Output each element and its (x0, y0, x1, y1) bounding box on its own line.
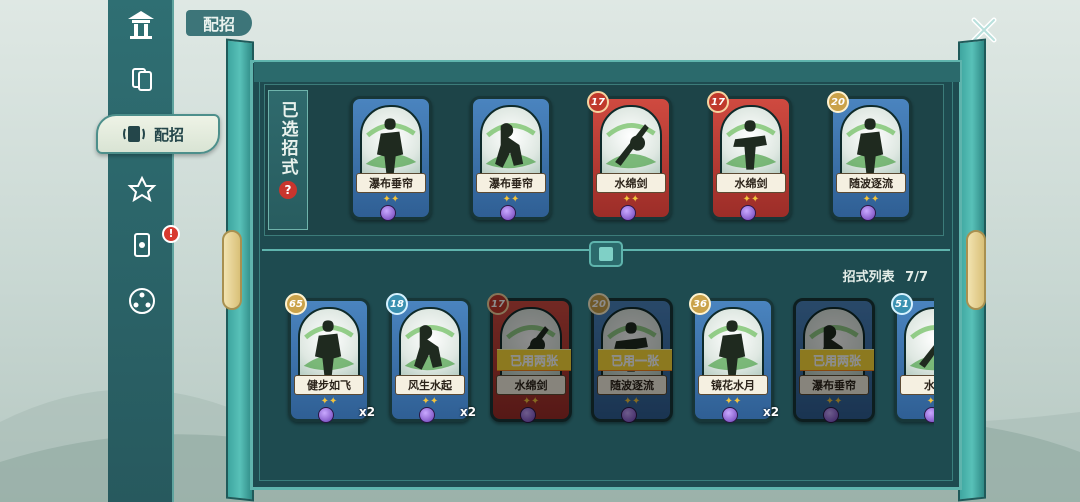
list-card[interactable]: 水漫✦✦ 51 (891, 293, 934, 423)
card-art (840, 105, 902, 183)
card-name: 健步如飞 (294, 375, 364, 395)
skill-list-header: 招式列表 7/7 (818, 266, 928, 286)
selected-label: 已选招式 (277, 101, 298, 177)
list-card[interactable]: 镜花水月 ✦✦ 36 x2 (689, 293, 779, 423)
selected-card[interactable]: 水绵剑 ✦✦ 17 (587, 91, 672, 221)
sidebar-item-label: 配招 (154, 125, 185, 144)
card-name: 瀑布垂帘 (356, 173, 426, 193)
card-name: 水绵剑 (596, 173, 666, 193)
card-name: 镜花水月 (698, 375, 768, 395)
card-name: 水绵剑 (716, 173, 786, 193)
help-icon[interactable]: ? (279, 181, 297, 199)
gem-icon (740, 205, 756, 221)
card-art (601, 307, 663, 385)
card-count: x2 (359, 405, 376, 419)
page-title: 配招 (186, 10, 252, 36)
gem-icon (620, 205, 636, 221)
sidebar-item-skill-config[interactable]: 配招 (96, 114, 220, 154)
gem-icon (380, 205, 396, 221)
card-art (360, 105, 422, 183)
card-level-badge: 51 (891, 293, 913, 315)
gem-icon (419, 407, 435, 423)
star-rank-icon: ✦✦ (382, 194, 400, 205)
card-level-badge: 17 (487, 293, 509, 315)
star-rank-icon: ✦✦ (862, 194, 880, 205)
list-card[interactable]: 瀑布垂帘 ✦✦ 已用两张 (793, 298, 875, 423)
talent-icon[interactable] (120, 172, 164, 206)
card-name: 瀑布垂帘 (476, 173, 546, 193)
card-art (600, 105, 662, 183)
card-level-badge: 20 (827, 91, 849, 113)
star-rank-icon: ✦✦ (622, 194, 640, 205)
card-count: x2 (460, 405, 477, 419)
gem-icon (520, 407, 536, 423)
scroll-knob-right (966, 230, 986, 310)
card-name: 风生水起 (395, 375, 465, 395)
card-name: 水绵剑 (496, 375, 566, 395)
equipment-icon[interactable] (120, 228, 164, 262)
card-used-badge: 已用两张 (497, 349, 571, 371)
star-rank-icon: ✦✦ (522, 396, 540, 407)
star-rank-icon: ✦✦ (825, 396, 843, 407)
card-name: 水漫 (900, 375, 934, 395)
card-art (500, 307, 562, 385)
card-art (803, 307, 865, 385)
gem-icon (924, 407, 934, 423)
scroll-knob-left (222, 230, 242, 310)
skill-list: 健步如飞 ✦✦ 65 x2 风生水起 ✦✦ 18 x2 水绵剑 ✦✦ 17 已用两张 随波逐流 ✦✦ 20 已… (280, 290, 934, 440)
list-card[interactable]: 随波逐流 ✦✦ 20 已用一张 (588, 293, 673, 423)
card-level-badge: 20 (588, 293, 610, 315)
card-name: 随波逐流 (836, 173, 906, 193)
list-card[interactable]: 健步如飞 ✦✦ 65 x2 (285, 293, 375, 423)
card-level-badge: 65 (285, 293, 307, 315)
alert-badge: ! (162, 225, 180, 243)
selected-card[interactable]: 瀑布垂帘 ✦✦ (350, 96, 432, 221)
gem-icon (860, 205, 876, 221)
star-rank-icon: ✦✦ (502, 194, 520, 205)
star-rank-icon: ✦✦ (742, 194, 760, 205)
card-art (480, 105, 542, 183)
card-used-badge: 已用两张 (800, 349, 874, 371)
card-name: 瀑布垂帘 (799, 375, 869, 395)
selected-label-box: 已选招式 ? (268, 90, 308, 230)
card-level-badge: 36 (689, 293, 711, 315)
home-icon[interactable] (108, 0, 174, 48)
star-rank-icon: ✦✦ (724, 396, 742, 407)
section-divider (262, 241, 950, 267)
star-rank-icon: ✦✦ (320, 396, 338, 407)
share-icon[interactable] (120, 284, 164, 318)
card-level-badge: 18 (386, 293, 408, 315)
card-level-badge: 17 (587, 91, 609, 113)
card-level-badge: 17 (707, 91, 729, 113)
card-art (702, 307, 764, 385)
star-rank-icon: ✦✦ (623, 396, 641, 407)
skill-list-title: 招式列表 (842, 270, 895, 285)
gem-icon (621, 407, 637, 423)
sidebar (108, 0, 174, 502)
star-rank-icon: ✦✦ (926, 396, 934, 407)
cards-icon[interactable] (120, 62, 164, 96)
list-card[interactable]: 水绵剑 ✦✦ 17 已用两张 (487, 293, 572, 423)
list-card[interactable]: 风生水起 ✦✦ 18 x2 (386, 293, 476, 423)
selected-card[interactable]: 瀑布垂帘 ✦✦ (470, 96, 552, 221)
card-used-badge: 已用一张 (598, 349, 672, 371)
skill-list-count: 7/7 (905, 270, 928, 285)
card-art (298, 307, 360, 385)
panel-top-strip (254, 62, 960, 82)
selected-card[interactable]: 随波逐流 ✦✦ 20 (827, 91, 912, 221)
selected-card[interactable]: 水绵剑 ✦✦ 17 (707, 91, 792, 221)
gem-icon (823, 407, 839, 423)
card-count: x2 (763, 405, 780, 419)
star-rank-icon: ✦✦ (421, 396, 439, 407)
card-art (399, 307, 461, 385)
card-art (720, 105, 782, 183)
gem-icon (318, 407, 334, 423)
gem-icon (722, 407, 738, 423)
card-name: 随波逐流 (597, 375, 667, 395)
card-art (904, 307, 934, 385)
skill-config-icon (123, 126, 145, 142)
gem-icon (500, 205, 516, 221)
